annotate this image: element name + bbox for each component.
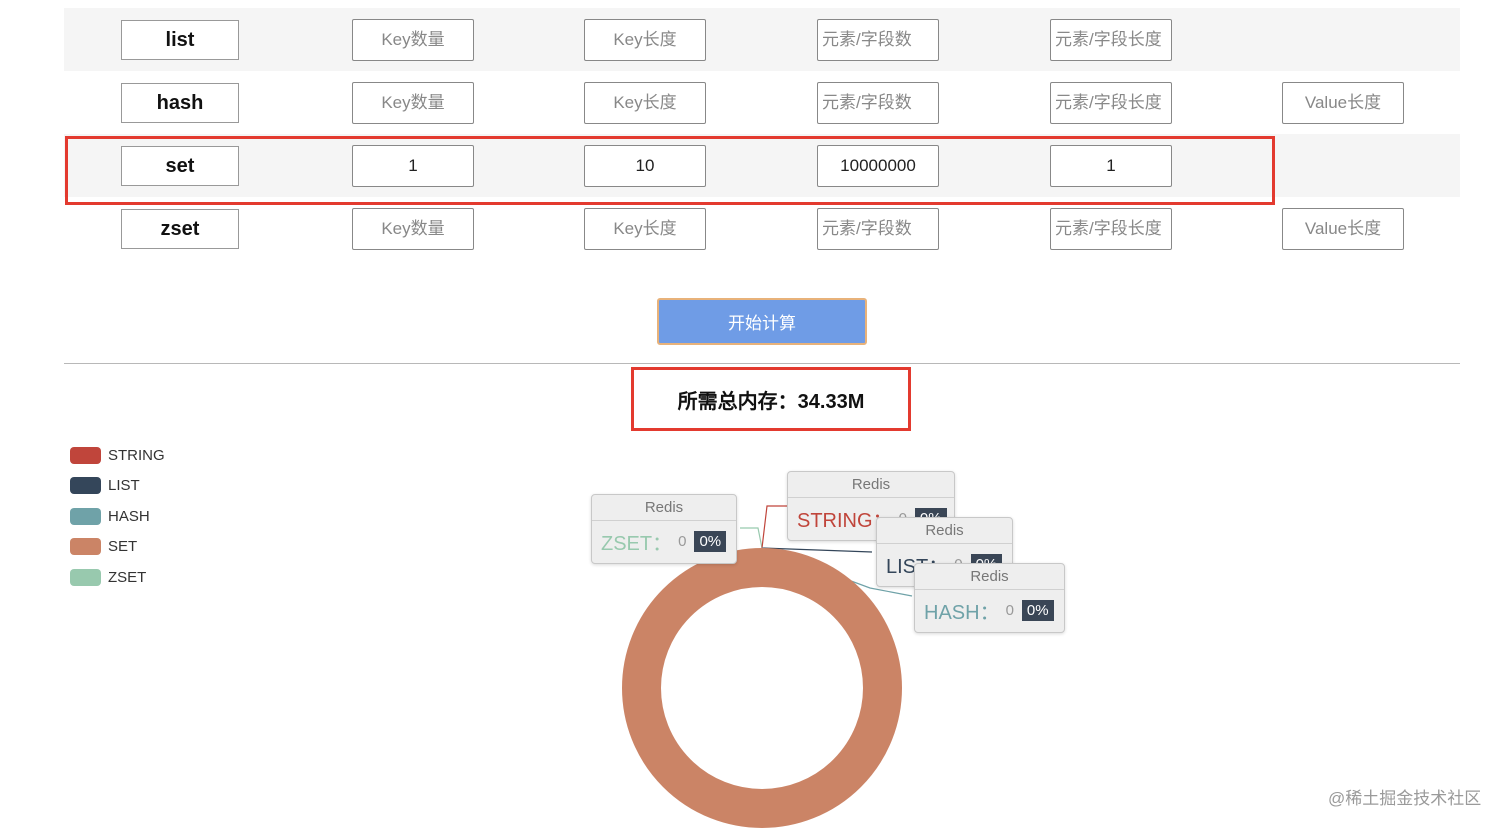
legend-item-string[interactable]: STRING [70, 440, 165, 471]
legend-swatch [70, 446, 101, 464]
key-count-input[interactable] [352, 145, 474, 187]
type-label-set: set [121, 146, 239, 186]
tooltip-header: Redis [877, 518, 1012, 544]
element-count-input[interactable] [817, 208, 939, 250]
type-label-zset: zset [121, 209, 239, 249]
tooltip-header: Redis [592, 495, 736, 521]
tooltip-header: Redis [915, 564, 1064, 590]
element-count-input[interactable] [817, 19, 939, 61]
legend-label: ZSET [108, 568, 147, 586]
legend-item-set[interactable]: SET [70, 532, 165, 563]
legend-swatch [70, 568, 101, 586]
key-count-input[interactable] [352, 82, 474, 124]
key-count-input[interactable] [352, 208, 474, 250]
key-length-input[interactable] [584, 145, 706, 187]
row-zset: zset [64, 197, 1460, 260]
tooltip-percent: 0% [694, 530, 727, 552]
value-length-input[interactable] [1282, 82, 1404, 124]
tooltip-hash: Redis HASH： 0 0% [914, 563, 1065, 633]
key-length-input[interactable] [584, 82, 706, 124]
tooltip-percent: 0% [1021, 599, 1054, 621]
legend-item-zset[interactable]: ZSET [70, 562, 165, 593]
legend-item-hash[interactable]: HASH [70, 501, 165, 532]
type-label-hash: hash [121, 83, 239, 123]
tooltip-zset: Redis ZSET： 0 0% [591, 494, 737, 564]
legend-label: SET [108, 538, 138, 556]
tooltip-series-name: HASH： [924, 601, 1000, 624]
legend-label: STRING [108, 446, 165, 464]
row-set: set [64, 134, 1460, 197]
legend-item-list[interactable]: LIST [70, 471, 165, 502]
row-hash: hash [64, 71, 1460, 134]
donut-slice-set[interactable] [622, 548, 902, 828]
chart-legend: STRING LIST HASH SET ZSET [70, 440, 165, 593]
element-count-input[interactable] [817, 145, 939, 187]
element-length-input[interactable] [1050, 145, 1172, 187]
element-count-input[interactable] [817, 82, 939, 124]
divider [64, 363, 1460, 364]
tooltip-value: 0 [678, 532, 687, 550]
tooltip-value: 0 [1005, 601, 1014, 619]
leader-line-list [761, 547, 873, 553]
key-length-input[interactable] [584, 19, 706, 61]
leader-line-zset [740, 527, 763, 549]
legend-swatch [70, 507, 101, 525]
legend-swatch [70, 538, 101, 556]
legend-label: LIST [108, 477, 140, 495]
legend-label: HASH [108, 507, 150, 525]
legend-swatch [70, 477, 101, 495]
tooltip-series-name: ZSET： [601, 532, 673, 555]
key-count-input[interactable] [352, 19, 474, 61]
key-length-input[interactable] [584, 208, 706, 250]
watermark: @稀土掘金技术社区 [1328, 789, 1482, 808]
total-memory-result: 所需总内存：34.33M [631, 367, 911, 431]
element-length-input[interactable] [1050, 19, 1172, 61]
row-list: list [64, 8, 1460, 71]
tooltip-header: Redis [788, 472, 954, 498]
element-length-input[interactable] [1050, 82, 1172, 124]
type-label-list: list [121, 20, 239, 60]
value-length-input[interactable] [1282, 208, 1404, 250]
element-length-input[interactable] [1050, 208, 1172, 250]
calculate-button[interactable]: 开始计算 [657, 298, 867, 345]
leader-line-string [761, 505, 787, 549]
